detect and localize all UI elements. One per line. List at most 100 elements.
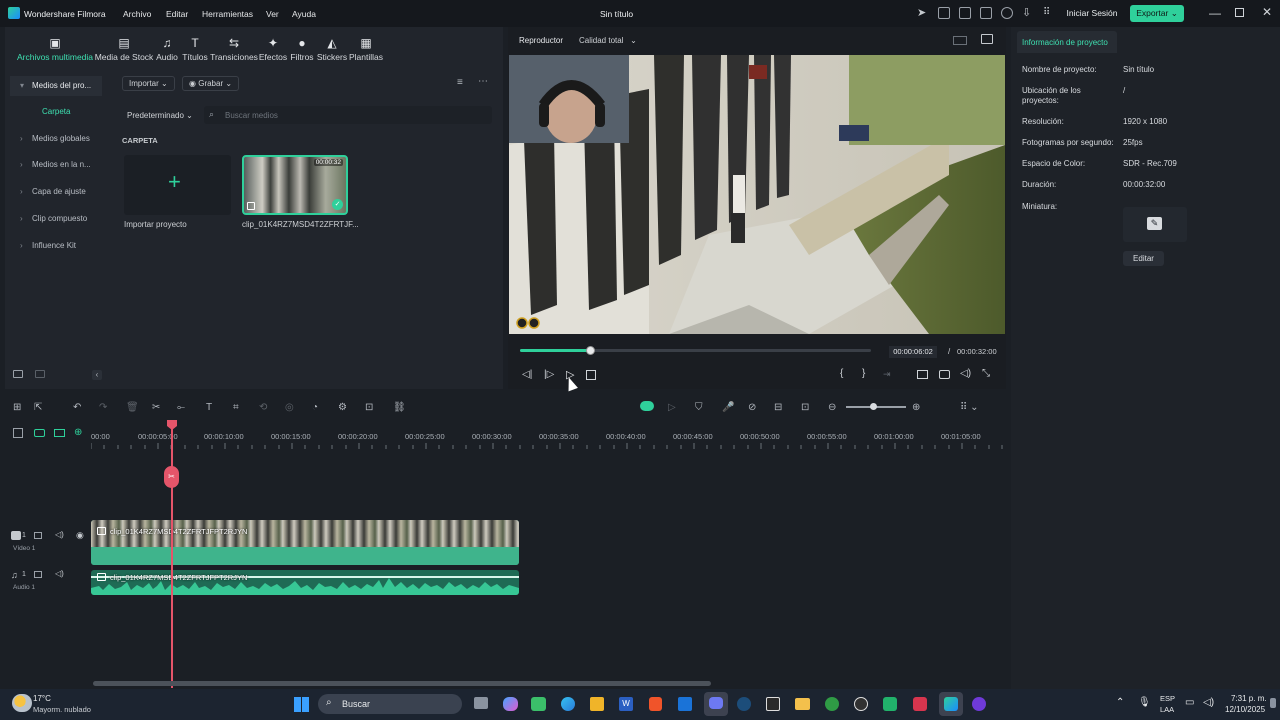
sidebar-item-medios-nube[interactable]: › Medios en la n... [10, 155, 102, 175]
video-clip[interactable]: clip_01K4RZ7MSD4T2ZFRTJFPT2RJYN [91, 520, 519, 565]
tray-chevron-icon[interactable]: ⌃ [1116, 697, 1124, 708]
tab-efectos[interactable]: ✦ Efectos [258, 37, 288, 62]
sidebar-item-clip-compuesto[interactable]: › Clip compuesto [10, 209, 102, 229]
sort-dropdown[interactable]: Predeterminado ⌄ [127, 111, 193, 120]
weather-icon[interactable] [12, 694, 32, 712]
playhead-split-icon[interactable]: ✂ [164, 466, 179, 488]
zoom-out-icon[interactable]: ⊖ [828, 402, 836, 413]
insert-icon[interactable]: ⇥ [883, 369, 891, 380]
tab-plantillas[interactable]: ▦ Plantillas [347, 37, 385, 62]
xbox-icon[interactable] [825, 697, 839, 711]
video-track-mute-icon[interactable]: ◁) [55, 530, 64, 539]
audio-track-mute-icon[interactable]: ◁) [55, 569, 64, 578]
mic-icon[interactable]: 🎤 [722, 402, 734, 413]
notification-icon[interactable] [1270, 698, 1276, 708]
menu-herramientas[interactable]: Herramientas [202, 9, 253, 19]
media-player-icon[interactable] [972, 697, 986, 711]
play-range-icon[interactable]: ▷ [668, 402, 676, 413]
maximize-icon[interactable] [1235, 8, 1244, 17]
snap-icon[interactable] [54, 429, 65, 437]
text-tool-icon[interactable]: T [206, 402, 212, 413]
steam-icon[interactable] [737, 697, 751, 711]
transform-icon[interactable]: ⟲ [259, 402, 267, 413]
explorer-icon[interactable] [795, 698, 810, 710]
tab-filtros[interactable]: ● Filtros [288, 37, 316, 62]
replace-icon[interactable]: ⊟ [774, 402, 782, 413]
record-button[interactable]: ◉ Grabar ⌄ [182, 76, 240, 91]
save-icon[interactable] [980, 7, 992, 19]
prev-frame-icon[interactable]: ◁| [522, 369, 532, 380]
stop-icon[interactable] [586, 370, 596, 380]
next-frame-icon[interactable]: |▷ [544, 369, 554, 380]
video-track-folder-icon[interactable] [34, 532, 42, 539]
feedback-icon[interactable] [938, 7, 950, 19]
sidebar-item-medios-globales[interactable]: › Medios globales [10, 129, 102, 149]
taskbar-search[interactable] [318, 694, 462, 714]
video-preview[interactable] [509, 55, 1005, 334]
more-icon[interactable]: ⋯ [478, 76, 488, 87]
task-view-icon[interactable] [474, 697, 488, 709]
tab-archivos-multimedia[interactable]: ▣ Archivos multimedia [14, 37, 96, 62]
color-icon[interactable]: ◎ [285, 402, 294, 413]
outlook-icon[interactable] [678, 697, 692, 711]
layout-icon[interactable] [959, 7, 971, 19]
timeline-scrollbar[interactable] [93, 681, 711, 686]
store-icon[interactable] [590, 697, 604, 711]
display-icon[interactable] [917, 370, 928, 379]
crop-icon[interactable]: ⌗ [233, 402, 239, 413]
audio-tool-icon[interactable]: ⟜ [177, 402, 185, 413]
word-icon[interactable]: W [619, 697, 633, 711]
tab-transiciones[interactable]: ⇆ Transiciones [209, 37, 259, 62]
mark-out-icon[interactable]: } [862, 368, 865, 379]
link-icon[interactable]: ⛓ [393, 402, 406, 413]
minimize-icon[interactable]: — [1209, 6, 1221, 20]
edge-icon[interactable] [561, 697, 575, 711]
sidebar-item-capa-ajuste[interactable]: › Capa de ajuste [10, 182, 102, 202]
zoom-in-icon[interactable]: ⊕ [912, 402, 920, 413]
menu-editar[interactable]: Editar [166, 9, 188, 19]
redo-icon[interactable]: ↷ [99, 402, 107, 413]
magnet-icon[interactable]: ⊕ [74, 427, 82, 438]
new-folder-icon[interactable] [13, 370, 23, 378]
ai-tool-icon[interactable]: ⊡ [365, 402, 373, 413]
adjust-icon[interactable]: ⚙ [338, 402, 347, 413]
cloud-icon[interactable] [1001, 7, 1013, 19]
folder-icon[interactable] [35, 370, 45, 378]
start-icon[interactable] [294, 697, 309, 712]
import-button[interactable]: Importar ⌄ [122, 76, 175, 91]
quality-dropdown[interactable]: Calidad total ⌄ [579, 36, 637, 45]
sidebar-item-carpeta[interactable]: Carpeta [10, 102, 102, 122]
brave-icon[interactable] [649, 697, 662, 711]
collapse-sidebar-icon[interactable]: ‹ [92, 370, 102, 380]
send-icon[interactable]: ➤ [917, 7, 929, 19]
edit-button[interactable]: Editar [1123, 251, 1164, 266]
zoom-slider-handle[interactable] [870, 403, 877, 410]
mic-tray-icon[interactable]: 🎙 [1138, 697, 1151, 708]
tab-titulos[interactable]: T Títulos [180, 37, 210, 62]
mark-in-icon[interactable]: { [840, 368, 843, 379]
close-icon[interactable]: ✕ [1262, 5, 1272, 19]
widgets-icon[interactable] [531, 697, 546, 711]
epic-icon[interactable] [766, 697, 780, 711]
search-input[interactable]: Buscar medios [225, 111, 278, 120]
audio-clip[interactable]: clip_01K4RZ7MSD4T2ZFRTJFPT2RJYN [91, 570, 519, 595]
sidebar-item-influence-kit[interactable]: › Influence Kit [10, 236, 102, 256]
app-green-icon[interactable] [883, 697, 897, 711]
marker-icon[interactable]: ⛉ [695, 402, 703, 413]
tab-stickers[interactable]: ◭ Stickers [316, 37, 348, 62]
network-icon[interactable]: ▭ [1185, 697, 1194, 708]
media-clip-thumbnail[interactable]: 00:00:32 ✓ [242, 155, 348, 215]
menu-ayuda[interactable]: Ayuda [292, 9, 316, 19]
select-tool-icon[interactable]: ⇱ [34, 402, 42, 413]
delete-icon[interactable]: 🗑 [126, 402, 139, 413]
video-track-eye-icon[interactable]: ◉ [76, 530, 84, 541]
download-icon[interactable]: ⇩ [1022, 7, 1034, 19]
tab-audio[interactable]: ♫ Audio [153, 37, 181, 62]
tab-media-stock[interactable]: ▤ Media de Stock [93, 37, 155, 62]
undo-icon[interactable]: ↶ [73, 402, 81, 413]
link-tracks-icon[interactable] [34, 429, 45, 437]
apps-icon[interactable]: ⠿ [1043, 7, 1055, 19]
menu-archivo[interactable]: Archivo [123, 9, 151, 19]
grid-icon[interactable] [953, 36, 967, 45]
lang-primary[interactable]: ESP [1160, 694, 1175, 703]
